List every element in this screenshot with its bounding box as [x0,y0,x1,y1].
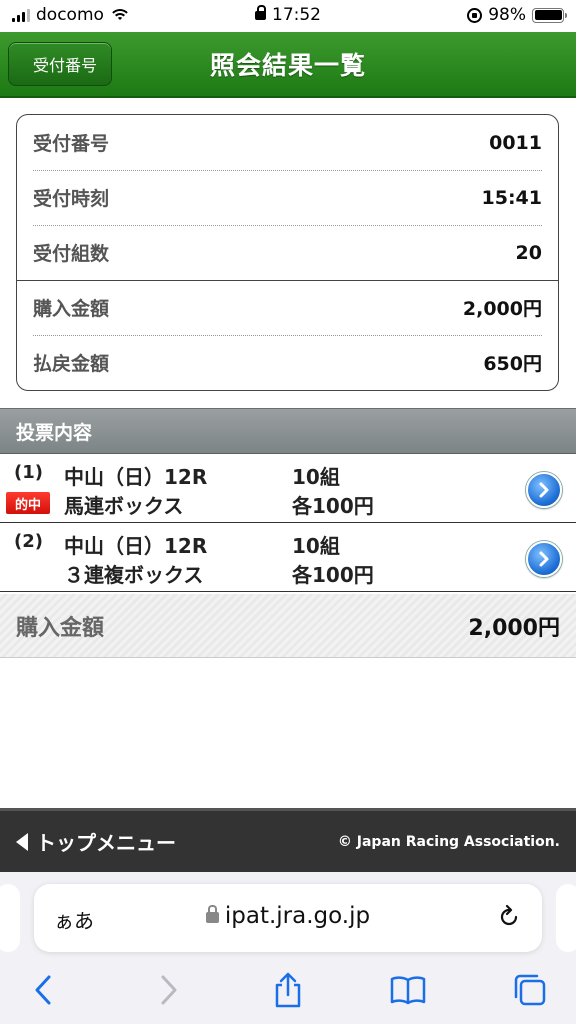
previous-tab-preview[interactable] [0,884,20,952]
total-label: 購入金額 [16,615,105,641]
browser-toolbar [0,970,576,1010]
summary-label: 受付組数 [33,243,110,265]
share-button[interactable] [268,970,308,1010]
summary-label: 購入金額 [33,298,110,320]
back-nav-button[interactable] [24,970,64,1010]
bet-row-1[interactable]: (1) 中山（日）12R 馬連ボックス 10組 各100円 的中 [0,455,576,523]
hit-badge: 的中 [6,492,50,514]
app-header: 受付番号 照会結果一覧 [0,32,576,98]
summary-row-purchase-amount: 購入金額 2,000円 [33,280,542,335]
next-tab-preview[interactable] [556,884,576,952]
triangle-left-icon [16,832,28,851]
top-menu-link[interactable]: トップメニュー [16,827,176,856]
summary-label: 受付時刻 [33,188,110,210]
bet-amount: 各100円 [292,563,374,587]
chevron-right-icon [539,551,549,567]
section-header-bets: 投票内容 [0,408,576,454]
summary-row-payout-amount: 払戻金額 650円 [33,335,542,390]
address-bar[interactable]: ぁあ ipat.jra.go.jp [34,884,542,952]
footer-bar: トップメニュー © Japan Racing Association. [0,808,576,872]
summary-label: 払戻金額 [33,353,110,375]
summary-value: 650円 [483,353,542,375]
chevron-right-icon [161,975,177,1005]
bet-number: (2) [14,531,43,552]
tabs-icon [514,974,546,1006]
summary-row-set-count: 受付組数 20 [33,225,542,280]
browser-chrome: ぁあ ipat.jra.go.jp [0,872,576,1024]
battery-percent: 98% [488,5,526,25]
url-text: ipat.jra.go.jp [224,903,371,929]
summary-value: 0011 [489,131,542,154]
total-purchase-row: 購入金額 2,000円 [0,594,576,658]
forward-nav-button[interactable] [148,970,188,1010]
battery-icon [532,7,567,23]
summary-value: 15:41 [481,186,542,209]
page-title: 照会結果一覧 [209,51,366,80]
copyright-text: © Japan Racing Association. [337,833,560,850]
summary-card: 受付番号 0011 受付時刻 15:41 受付組数 20 購入金額 2,000円… [16,114,559,391]
bet-race: 中山（日）12R [64,465,208,489]
time-text: 17:52 [272,5,321,25]
book-icon [390,976,426,1005]
share-icon [275,972,301,1008]
bet-count: 10組 [292,534,340,558]
status-bar: docomo 17:52 98% [0,0,576,32]
tabs-button[interactable] [510,970,550,1010]
bet-count: 10組 [292,465,340,489]
bet-race: 中山（日）12R [64,534,208,558]
lock-icon [205,905,219,923]
lock-icon [255,5,266,20]
bet-row-2[interactable]: (2) 中山（日）12R ３連複ボックス 10組 各100円 [0,524,576,592]
chevron-left-icon [35,975,51,1005]
summary-label: 受付番号 [33,133,110,155]
summary-value: 20 [515,241,542,264]
bet-amount: 各100円 [292,494,374,518]
rotation-lock-icon [467,7,483,23]
url-display[interactable]: ipat.jra.go.jp [34,903,542,929]
summary-value: 2,000円 [462,298,542,320]
status-right: 98% [467,5,567,25]
bet-kind: 馬連ボックス [64,494,184,518]
summary-row-receipt-time: 受付時刻 15:41 [33,170,542,225]
top-menu-label: トップメニュー [36,831,176,855]
bet-number: (1) [14,462,43,483]
total-value: 2,000円 [468,615,560,641]
reload-icon[interactable] [496,904,522,930]
bet-kind: ３連複ボックス [64,563,204,587]
summary-row-receipt-number: 受付番号 0011 [33,115,542,170]
detail-arrow-button[interactable] [526,472,562,508]
bookmarks-button[interactable] [388,970,428,1010]
chevron-right-icon [539,482,549,498]
detail-arrow-button[interactable] [526,541,562,577]
